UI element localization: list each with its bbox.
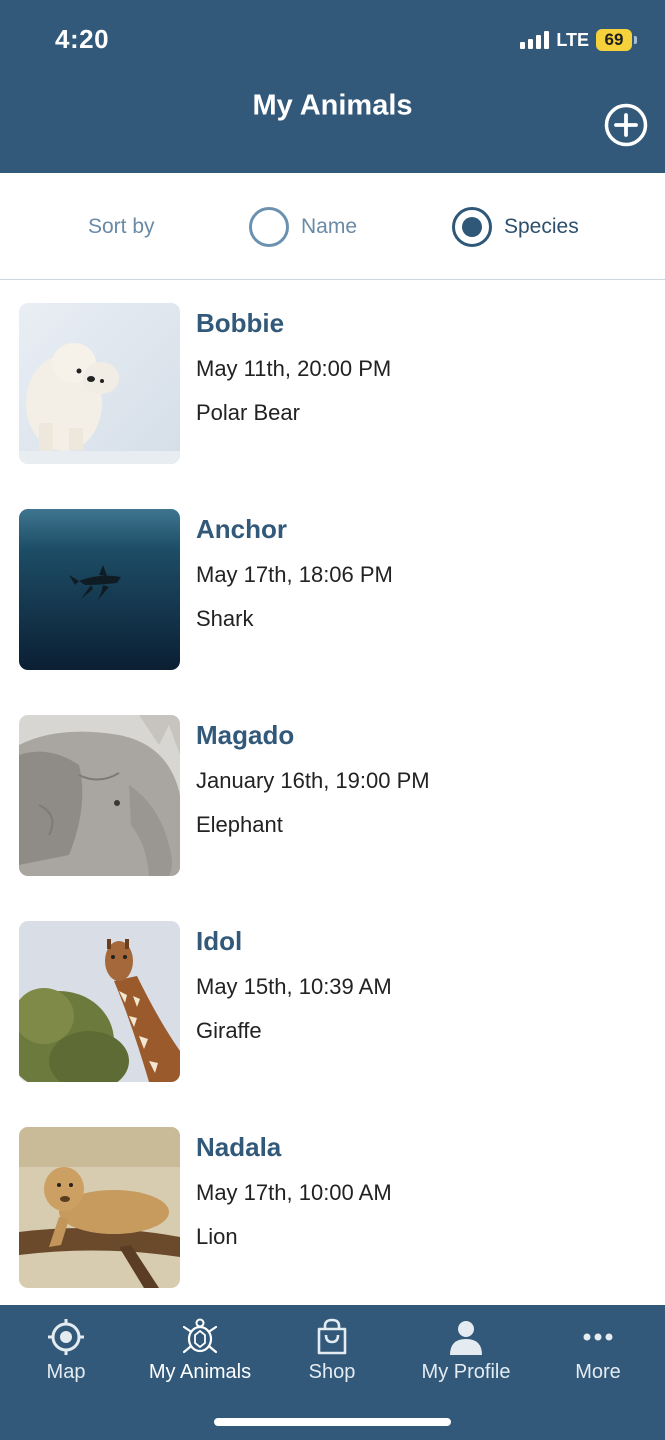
more-dots-icon [583,1333,613,1341]
list-item[interactable]: Magado January 16th, 19:00 PM Elephant [0,693,665,883]
animal-species: Giraffe [196,1018,262,1043]
tab-label: My Profile [421,1361,511,1383]
shopping-bag-icon [317,1318,347,1355]
tab-more[interactable]: More [528,1317,665,1384]
polar-bear-photo [19,303,180,464]
battery-icon: 69 [596,29,637,51]
lion-photo [19,1127,180,1288]
signal-icon [520,31,550,49]
status-time: 4:20 [55,24,110,54]
animal-name: Anchor [196,514,287,544]
list-item[interactable]: Nadala May 17th, 10:00 AM Lion [0,1105,665,1295]
sort-option-label: Name [301,215,358,238]
page-title: My Animals [252,89,413,122]
animal-name: Magado [196,720,295,750]
animal-species: Elephant [196,812,283,837]
tab-my-animals[interactable]: My Animals [130,1317,270,1384]
tab-label: More [575,1361,621,1383]
network-type: LTE [556,29,589,50]
status-indicators: LTE 69 [520,27,637,53]
sort-option-label: Species [504,215,579,238]
animal-name: Bobbie [196,308,285,338]
sort-option-name[interactable]: Name [249,207,357,247]
home-indicator[interactable] [214,1418,451,1426]
shark-photo [19,509,180,670]
list-item[interactable]: Bobbie May 11th, 20:00 PM Polar Bear [0,281,665,471]
list-item[interactable]: Idol May 15th, 10:39 AM Giraffe [0,899,665,1089]
tab-label: Shop [308,1361,356,1383]
animal-date: May 17th, 10:00 AM [196,1180,392,1205]
add-animal-button[interactable] [604,103,648,147]
animal-date: January 16th, 19:00 PM [196,768,430,793]
tab-map[interactable]: Map [0,1317,136,1384]
sort-option-species[interactable]: Species [452,207,579,247]
radio-selected-icon[interactable] [452,207,492,247]
tab-my-profile[interactable]: My Profile [396,1317,536,1384]
animal-date: May 17th, 18:06 PM [196,562,393,587]
elephant-photo [19,715,180,876]
giraffe-photo [19,921,180,1082]
user-icon [450,1321,482,1355]
animal-species: Lion [196,1224,238,1249]
sort-label: Sort by [88,215,155,238]
animal-name: Idol [196,926,243,956]
location-target-icon [48,1319,84,1355]
radio-unselected-icon[interactable] [249,207,289,247]
animal-name: Nadala [196,1132,282,1162]
sort-bar: Sort by Name Species [0,173,665,280]
animal-date: May 15th, 10:39 AM [196,974,392,999]
animal-species: Shark [196,606,254,631]
battery-level: 69 [596,29,632,51]
animal-date: May 11th, 20:00 PM [196,356,392,381]
tab-shop[interactable]: Shop [262,1317,402,1384]
list-item[interactable]: Anchor May 17th, 18:06 PM Shark [0,487,665,677]
app-header: 4:20 LTE 69 My Animals [0,0,665,173]
tab-label: My Animals [148,1361,252,1383]
animal-species: Polar Bear [196,400,300,425]
turtle-icon [182,1318,218,1354]
tab-label: Map [46,1361,86,1383]
